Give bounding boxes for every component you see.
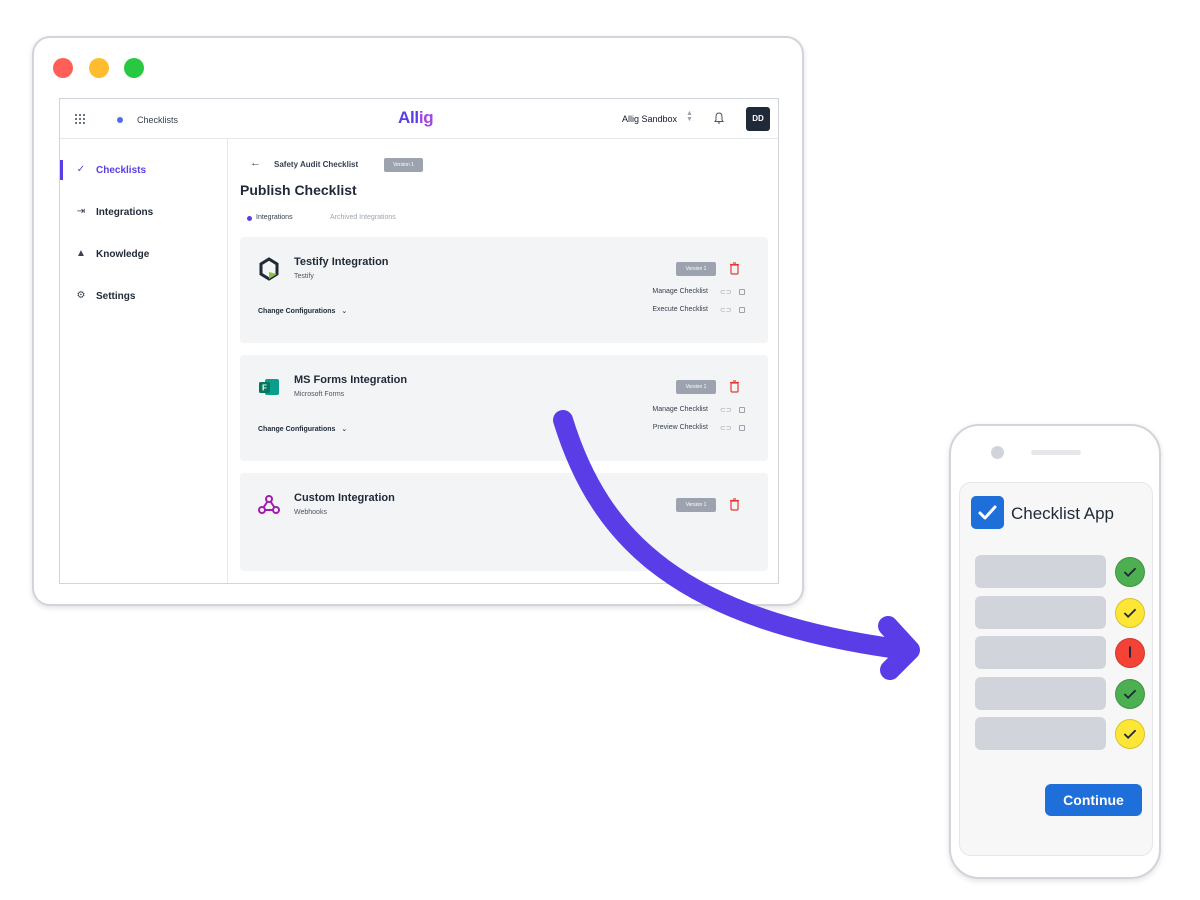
link-icon[interactable]: ⊂⊃: [720, 406, 732, 414]
integrations-icon: ⇥: [76, 206, 86, 217]
change-configurations-label: Change Configurations: [258, 426, 336, 433]
link-icon[interactable]: ⊂⊃: [720, 306, 732, 314]
integration-subtitle: Webhooks: [294, 509, 327, 516]
gear-icon: ⚙: [76, 290, 86, 301]
execute-checklist-link[interactable]: Execute Checklist: [652, 306, 708, 313]
chevron-updown-icon[interactable]: ▲ ▼: [686, 110, 693, 123]
avatar[interactable]: DD: [746, 107, 770, 131]
manage-checklist-link[interactable]: Manage Checklist: [652, 288, 708, 295]
copy-icon[interactable]: [739, 407, 745, 413]
trash-icon[interactable]: [729, 262, 740, 275]
preview-checklist-link[interactable]: Preview Checklist: [653, 424, 708, 431]
trash-icon[interactable]: [729, 498, 740, 511]
integration-title: MS Forms Integration: [294, 374, 408, 386]
continue-button[interactable]: Continue: [1045, 784, 1142, 816]
active-tab-dot-icon: [247, 216, 252, 221]
svg-text:F: F: [262, 384, 267, 393]
sidebar-item-settings[interactable]: ⚙ Settings: [60, 286, 228, 308]
exclamation-error-icon: [1115, 638, 1145, 668]
minimize-window-button[interactable]: [89, 58, 109, 78]
speaker-grille: [1031, 450, 1081, 455]
org-selector[interactable]: Allig Sandbox: [622, 114, 677, 124]
version-badge: Version 1: [384, 158, 423, 172]
checklist-item-row[interactable]: [975, 596, 1106, 629]
close-window-button[interactable]: [53, 58, 73, 78]
maximize-window-button[interactable]: [124, 58, 144, 78]
phone-mockup: Checklist App Continue: [949, 424, 1161, 879]
breadcrumb[interactable]: Checklists: [137, 115, 178, 125]
integration-card-testify: Testify Integration Testify Version 1 Ch…: [240, 237, 768, 343]
browser-window: Checklists Allig Allig Sandbox ▲ ▼ DD ✓ C…: [32, 36, 804, 606]
checkmark-warning-icon: [1115, 598, 1145, 628]
apps-grid-icon[interactable]: [75, 114, 85, 124]
app-frame: Checklists Allig Allig Sandbox ▲ ▼ DD ✓ C…: [59, 98, 779, 584]
copy-icon[interactable]: [739, 425, 745, 431]
copy-icon[interactable]: [739, 289, 745, 295]
sidebar-item-integrations[interactable]: ⇥ Integrations: [60, 202, 228, 224]
check-icon: ✓: [76, 164, 86, 175]
integration-title: Testify Integration: [294, 256, 389, 268]
back-arrow-icon[interactable]: ←: [250, 157, 261, 169]
tab-archived-integrations[interactable]: Archived Integrations: [330, 214, 396, 221]
integration-subtitle: Microsoft Forms: [294, 391, 345, 398]
tab-integrations[interactable]: Integrations: [256, 214, 293, 221]
testify-logo-icon: [259, 257, 279, 281]
breadcrumb-dot-icon: [117, 117, 123, 123]
checklist-item-row[interactable]: [975, 636, 1106, 669]
main-content: ← Safety Audit Checklist Version 1 Publi…: [228, 139, 778, 583]
integration-subtitle: Testify: [294, 273, 314, 280]
integration-card-ms-forms: F MS Forms Integration Microsoft Forms V…: [240, 355, 768, 461]
checkbox-logo-icon: [971, 496, 1004, 529]
graduation-cap-icon: ▲: [76, 248, 86, 259]
version-badge: Version 1: [676, 498, 716, 512]
version-badge: Version 1: [676, 262, 716, 276]
phone-app-title: Checklist App: [1011, 504, 1114, 523]
sidebar: ✓ Checklists ⇥ Integrations ▲ Knowledge …: [60, 139, 228, 583]
link-icon[interactable]: ⊂⊃: [720, 424, 732, 432]
flow-arrow-head: [878, 616, 920, 680]
sidebar-item-checklists[interactable]: ✓ Checklists: [60, 160, 228, 182]
ms-forms-logo-icon: F: [259, 379, 279, 395]
chevron-down-icon: ⌄: [341, 426, 348, 433]
integration-title: Custom Integration: [294, 492, 395, 504]
sidebar-item-knowledge[interactable]: ▲ Knowledge: [60, 244, 228, 266]
checklist-name: Safety Audit Checklist: [274, 160, 359, 169]
checkmark-warning-icon: [1115, 719, 1145, 749]
sidebar-item-label: Knowledge: [96, 249, 150, 260]
page-title: Publish Checklist: [240, 182, 357, 198]
integration-card-custom: Custom Integration Webhooks Version 1: [240, 473, 768, 571]
checkmark-status-icon: [1115, 679, 1145, 709]
manage-checklist-link[interactable]: Manage Checklist: [652, 406, 708, 413]
checklist-item-row[interactable]: [975, 717, 1106, 750]
checklist-item-row[interactable]: [975, 555, 1106, 588]
bell-icon[interactable]: [712, 111, 726, 125]
change-configurations-dropdown[interactable]: Change Configurations ⌄: [258, 425, 347, 433]
link-icon[interactable]: ⊂⊃: [720, 288, 732, 296]
trash-icon[interactable]: [729, 380, 740, 393]
version-badge: Version 1: [676, 380, 716, 394]
sidebar-item-label: Integrations: [96, 207, 154, 218]
checkmark-status-icon: [1115, 557, 1145, 587]
sidebar-item-label: Checklists: [96, 165, 147, 176]
change-configurations-dropdown[interactable]: Change Configurations ⌄: [258, 307, 347, 315]
phone-screen: Checklist App Continue: [959, 482, 1153, 856]
chevron-down-icon: ⌄: [341, 308, 348, 315]
webhooks-logo-icon: [258, 495, 280, 514]
brand-logo: Allig: [398, 108, 434, 127]
top-bar: Checklists Allig Allig Sandbox ▲ ▼ DD: [60, 99, 778, 139]
change-configurations-label: Change Configurations: [258, 308, 336, 315]
sidebar-item-label: Settings: [96, 291, 136, 302]
checklist-item-row[interactable]: [975, 677, 1106, 710]
copy-icon[interactable]: [739, 307, 745, 313]
camera-icon: [991, 446, 1004, 459]
